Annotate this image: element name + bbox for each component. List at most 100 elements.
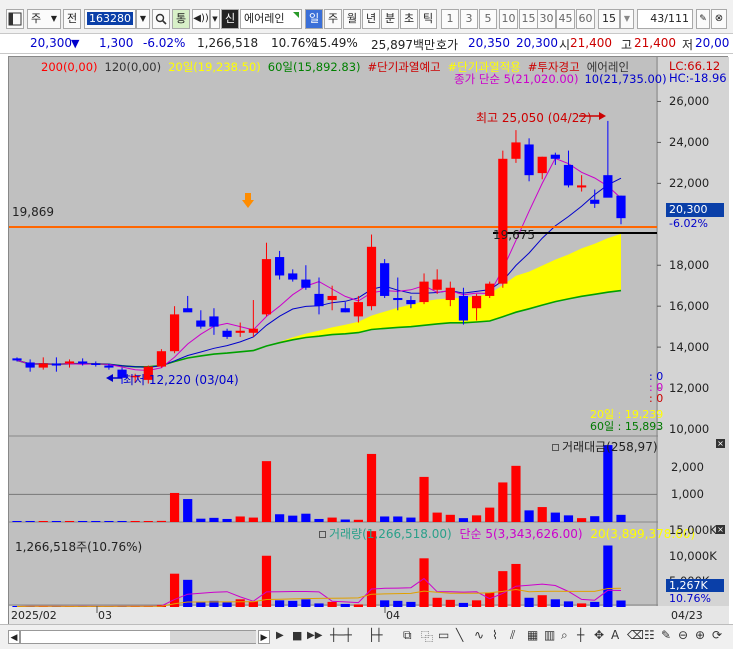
interval-dropdown-icon[interactable]: ▼ [620,9,634,29]
interval-button-60[interactable]: 60 [576,9,595,29]
period-tab-4[interactable]: 분 [381,9,399,29]
amount-bar [406,517,416,522]
period-tab-1[interactable]: 주 [324,9,342,29]
code-input[interactable]: 163280 [84,9,136,29]
copy-icon[interactable]: ⿻ [421,628,433,645]
pin-icon[interactable]: ✎ [696,9,710,29]
speaker-dropdown-icon[interactable]: ▼ [210,9,220,29]
interval-button-45[interactable]: 45 [556,9,575,29]
candle-body [445,287,455,301]
layout-icon[interactable]: ⧉ [403,628,412,643]
candle-body [169,314,180,352]
info-low: 20,00 [695,36,730,50]
prefix-button[interactable]: 전 [63,9,81,29]
candle-body [64,361,75,364]
eraser-icon[interactable]: ⌫ [627,628,644,642]
volume-bar [419,558,429,607]
legend-item-1[interactable]: 120(0,00) [105,60,162,74]
speaker-icon[interactable]: ◀)) [192,9,210,29]
candle-body [288,273,298,280]
corner-flag-icon [293,12,299,18]
current-price-tag-text: 20,300 [669,203,708,216]
interval-button-30[interactable]: 30 [537,9,556,29]
period-tab-5[interactable]: 초 [400,9,418,29]
period-tab-2[interactable]: 월 [343,9,361,29]
period-tab-6[interactable]: 틱 [419,9,437,29]
legend-item-4[interactable]: #단기과열예고 [368,60,441,74]
line-tool-icon[interactable]: ╲ [456,628,463,642]
legend2-item-0[interactable]: 종가 단순 5(21,020.00) [454,72,578,86]
chart-type-icon[interactable]: ▥ [544,628,555,642]
settings-tool-icon[interactable]: ☷ [644,628,655,642]
refresh-icon[interactable]: ⟳ [712,628,722,642]
interval-button-15[interactable]: 15 [519,9,538,29]
legend2-item-1[interactable]: 10(21,735.00) [584,72,666,86]
amount-bar [511,465,521,522]
interval-button-5[interactable]: 5 [479,9,497,29]
interval-input[interactable]: 15 [598,9,620,29]
ma5-line [16,157,622,372]
magnifier-icon[interactable]: ⌕ [561,628,568,643]
period-tab-0[interactable]: 일 [305,9,323,29]
scroll-left-button[interactable]: ◀ [8,630,20,644]
legend-item-0[interactable]: 200(0,00) [41,60,98,74]
candle-body [12,358,22,361]
amount-bar [51,521,61,522]
play-icon[interactable]: ▶ [276,630,284,641]
low-arrow-head-icon [106,374,113,382]
stop-icon[interactable]: ■ [292,629,302,642]
interval-button-1[interactable]: 1 [441,9,459,29]
candle-body [25,362,35,368]
amount-bar [248,517,258,522]
zoom-reset-icon[interactable]: ⊕ [695,628,705,642]
interval-button-10[interactable]: 10 [499,9,518,29]
legend-item-3[interactable]: 60일(15,892.83) [268,60,361,74]
zoom-out-icon[interactable]: ⊖ [678,628,688,642]
candle-body [261,259,272,315]
amount-bar [353,519,363,522]
volume-close-icon[interactable]: × [716,525,725,534]
pen-icon[interactable]: ✎ [661,628,671,642]
interval-button-3[interactable]: 3 [460,9,478,29]
candle-body [51,363,61,366]
zoom-slider-icon[interactable]: ┼─┼ [330,628,352,642]
orange-down-arrow-icon [242,200,254,208]
scroll-thumb[interactable] [170,631,256,643]
trend-tool-icon[interactable]: ∿ [474,628,484,642]
fast-forward-icon[interactable]: ▶▶ [307,630,322,641]
shape-tool-icon[interactable]: ▦ [527,628,538,642]
amount-bar [64,521,75,522]
window-menu-icon[interactable] [6,9,24,29]
amount-bar [104,521,114,522]
price-tick-label: 26,000 [669,94,710,109]
fib-tool-icon[interactable]: ⌇ [492,628,498,642]
amount-bar [471,515,482,522]
amount-close-icon[interactable]: × [716,439,725,448]
volume-current-tag-text: 1,267K [669,579,708,592]
search-icon[interactable] [152,9,170,29]
volume-current-pct: 10.76% [669,592,711,605]
high-arrow-head-icon [599,112,606,120]
close-icon[interactable]: ⊗ [711,9,727,29]
amount-bar [78,521,88,522]
amount-bar [12,521,22,522]
period-toggle-button[interactable]: 통 [172,9,190,29]
market-type-select[interactable]: 주 ▼ [27,9,61,29]
chart-area[interactable]: 200(0,00) 120(0,00) 20일(19,238.50) 60일(15,8… [8,56,729,625]
legend-item-2[interactable]: 20일(19,238.50) [168,60,261,74]
candle-body [485,283,495,296]
zoom-in-icon[interactable]: ├┼ [368,628,382,642]
stock-name-field[interactable]: 에어레인 [240,9,302,29]
bottom-toolbar: ◀ ▶ ▶ ■ ▶▶ ┼─┼ ├┼ ⧉ ⿻ ▭ ╲ ∿ ⌇ ⫽ ▦ ▥ ⌕ ┼ … [0,624,733,649]
info-open-label: 시 [559,38,571,52]
crosshair-icon[interactable]: ┼ [577,628,584,642]
move-icon[interactable]: ✥ [594,628,604,642]
period-tab-3[interactable]: 년 [362,9,380,29]
text-tool-icon[interactable]: A [611,628,619,642]
amount-bar [419,476,429,522]
code-dropdown-button[interactable]: ▼ [136,9,150,29]
scroll-right-button[interactable]: ▶ [258,630,270,644]
channel-tool-icon[interactable]: ⫽ [510,628,515,643]
compare-icon[interactable]: ▭ [438,628,449,642]
volume-left-label: 1,266,518주(10.76%) [15,540,143,554]
